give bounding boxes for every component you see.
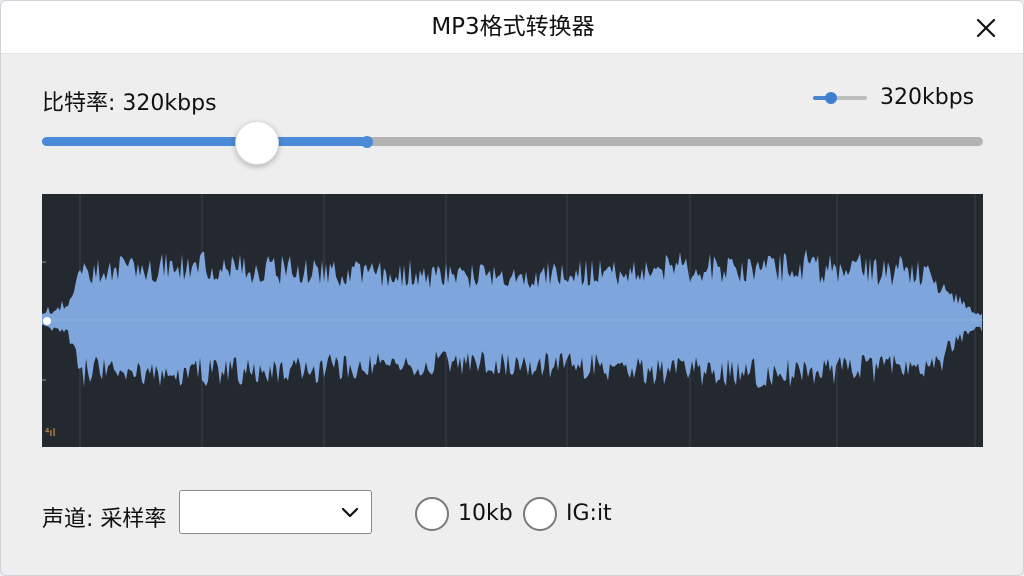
waveform-marker: ⁴ıl — [45, 426, 56, 439]
bitrate-slider[interactable] — [42, 121, 983, 165]
bitrate-slider-thumb[interactable] — [235, 121, 280, 165]
converter-window: MP3格式转换器 比特率: 320kbps 320kbps ⁴ıl 声道: 采样… — [0, 0, 1024, 576]
option-igit-radio[interactable] — [523, 497, 557, 531]
bitrate-slider-marker[interactable] — [360, 136, 373, 148]
close-button[interactable] — [969, 11, 1003, 45]
close-icon — [976, 18, 996, 38]
window-title: MP3格式转换器 — [431, 14, 595, 40]
bitrate-mini-slider[interactable] — [813, 91, 867, 105]
bitrate-label: 比特率: 320kbps — [42, 91, 217, 116]
mini-slider-thumb[interactable] — [824, 92, 837, 104]
waveform-display[interactable]: ⁴ıl — [42, 194, 983, 447]
title-bar: MP3格式转换器 — [1, 1, 1023, 54]
waveform-graphic: ⁴ıl — [42, 194, 983, 447]
option-10kb-radio[interactable] — [415, 497, 449, 531]
samplerate-dropdown[interactable] — [179, 490, 372, 534]
channel-samplerate-label: 声道: 采样率 — [42, 507, 167, 532]
option-10kb-label[interactable]: 10kb — [458, 501, 513, 526]
bitrate-slider-fill — [42, 137, 367, 146]
bitrate-value: 320kbps — [880, 85, 975, 110]
waveform-playhead[interactable] — [43, 317, 51, 325]
option-igit-label[interactable]: IG:it — [566, 501, 612, 526]
chevron-down-icon — [341, 507, 359, 518]
